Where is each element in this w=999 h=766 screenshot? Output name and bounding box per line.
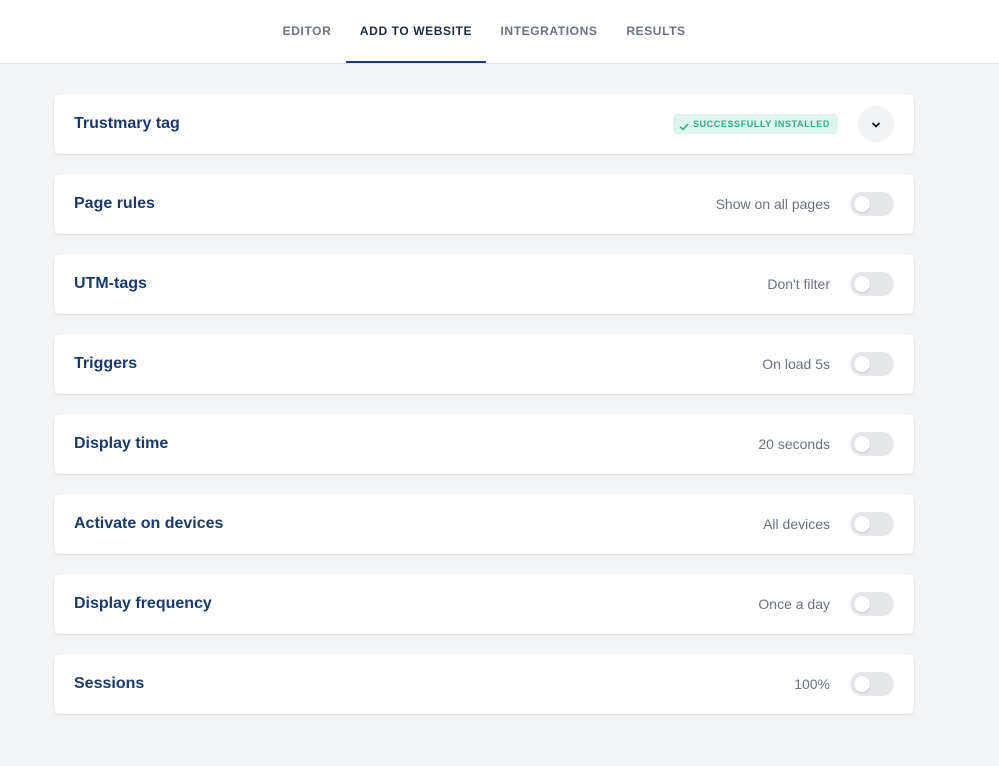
triggers-toggle[interactable] [850,352,894,376]
setting-title: UTM-tags [74,275,147,292]
check-icon [679,119,689,131]
toggle-knob [854,276,870,292]
chevron-down-icon [870,118,882,130]
toggle-knob [854,596,870,612]
tab-integrations[interactable]: INTEGRATIONS [493,0,605,63]
setting-title: Triggers [74,355,138,372]
expand-button[interactable] [858,106,894,142]
top-nav-bar: EDITOR ADD TO WEBSITE INTEGRATIONS RESUL… [0,0,999,64]
tab-add-to-website[interactable]: ADD TO WEBSITE [346,0,486,63]
setting-value: On load 5s [762,356,830,372]
toggle-knob [854,436,870,452]
setting-title: Display time [74,435,169,452]
setting-row-display-frequency[interactable]: Display frequency Once a day [54,574,914,634]
setting-row-utm-tags[interactable]: UTM-tags Don't filter [54,254,914,314]
setting-value: Once a day [758,596,830,612]
toggle-knob [854,676,870,692]
setting-row-triggers[interactable]: Triggers On load 5s [54,334,914,394]
setting-title: Page rules [74,195,155,212]
setting-title: Display frequency [74,595,212,612]
setting-value: Don't filter [767,276,830,292]
page-rules-toggle[interactable] [850,192,894,216]
card-title: Trustmary tag [74,115,180,132]
tab-results[interactable]: RESULTS [619,0,693,63]
toggle-knob [854,196,870,212]
toggle-knob [854,516,870,532]
setting-title: Sessions [74,675,145,692]
status-badge: SUCCESSFULLY INSTALLED [672,114,838,134]
setting-row-page-rules[interactable]: Page rules Show on all pages [54,174,914,234]
activate-on-devices-toggle[interactable] [850,512,894,536]
setting-value: 20 seconds [758,436,830,452]
setting-value: All devices [763,516,830,532]
sessions-toggle[interactable] [850,672,894,696]
setting-value: 100% [794,676,830,692]
display-time-toggle[interactable] [850,432,894,456]
setting-value: Show on all pages [715,196,830,212]
display-frequency-toggle[interactable] [850,592,894,616]
setting-title: Activate on devices [74,515,224,532]
status-badge-label: SUCCESSFULLY INSTALLED [692,119,830,129]
tab-editor[interactable]: EDITOR [272,0,342,63]
utm-tags-toggle[interactable] [850,272,894,296]
setting-row-display-time[interactable]: Display time 20 seconds [54,414,914,474]
setting-row-sessions[interactable]: Sessions 100% [54,654,914,714]
setting-row-activate-on-devices[interactable]: Activate on devices All devices [54,494,914,554]
trustmary-tag-card[interactable]: Trustmary tag SUCCESSFULLY INSTALLED [54,94,914,154]
toggle-knob [854,356,870,372]
